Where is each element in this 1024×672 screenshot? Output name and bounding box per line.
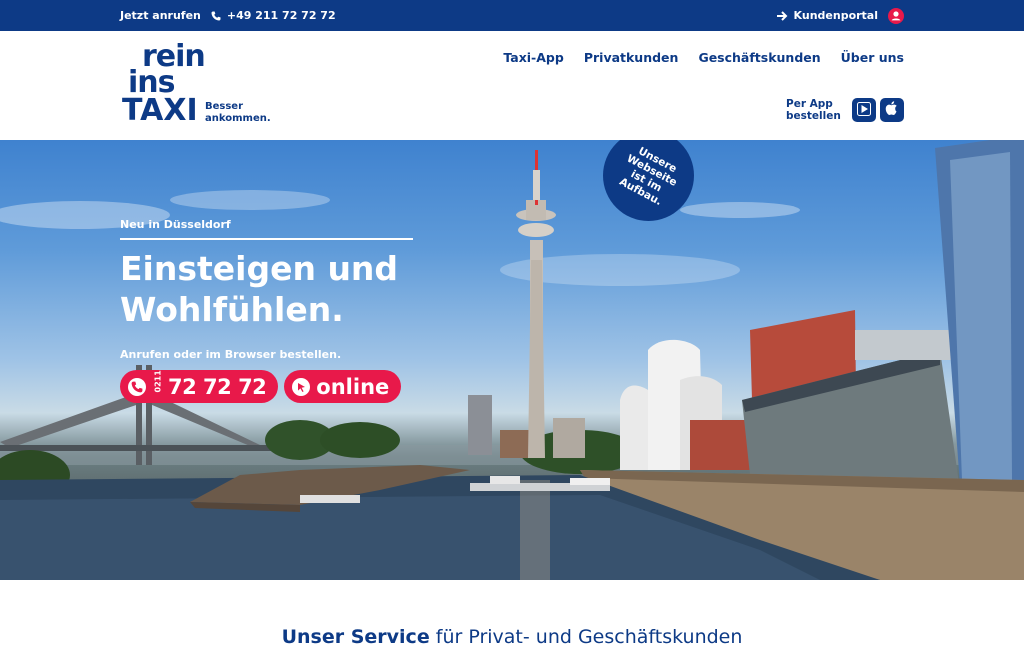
taxi-phone-number: 72 72 72 xyxy=(168,374,267,399)
nav-item-ueber-uns[interactable]: Über uns xyxy=(841,50,904,65)
nav-item-taxi-app[interactable]: Taxi-App xyxy=(503,50,563,65)
order-online-button[interactable]: online xyxy=(284,370,402,403)
hero-headline-line-1: Einsteigen und xyxy=(120,249,399,288)
area-code: 0211 xyxy=(153,370,163,393)
call-link[interactable]: Jetzt anrufen +49 211 72 72 72 xyxy=(120,0,336,31)
app-download: Per App bestellen xyxy=(786,98,904,122)
site-header: rein ins TAXI Besser ankommen. Taxi-App … xyxy=(0,31,1024,140)
logo-tagline: Besser ankommen. xyxy=(205,101,271,124)
hero-section: Unsere Webseite ist im Aufbau. Neu in Dü… xyxy=(0,140,1024,580)
site-logo[interactable]: rein ins TAXI Besser ankommen. xyxy=(122,39,282,131)
hero-cta-group: 0211 72 72 72 online xyxy=(120,370,413,403)
customer-portal-link[interactable]: Kundenportal xyxy=(776,0,904,31)
customer-portal-label: Kundenportal xyxy=(793,9,878,22)
main-nav: Taxi-App Privatkunden Geschäftskunden Üb… xyxy=(503,50,904,65)
phone-number[interactable]: +49 211 72 72 72 xyxy=(227,9,336,22)
service-title-bold: Unser Service xyxy=(281,626,430,648)
construction-badge-text: Unsere Webseite ist im Aufbau. xyxy=(616,144,679,208)
hero-headline-line-2: Wohlfühlen. xyxy=(120,290,344,329)
order-online-label: online xyxy=(316,374,390,399)
arrow-right-icon xyxy=(776,10,788,21)
nav-item-geschaeftskunden[interactable]: Geschäftskunden xyxy=(698,50,820,65)
logo-line-3: TAXI xyxy=(122,93,198,128)
user-icon[interactable] xyxy=(888,7,904,24)
google-play-button[interactable] xyxy=(852,98,876,122)
apple-icon xyxy=(885,100,899,120)
hero-headline: Einsteigen und Wohlfühlen. xyxy=(120,248,413,330)
hero-content: Neu in Düsseldorf Einsteigen und Wohlfüh… xyxy=(120,218,413,403)
app-store-button[interactable] xyxy=(880,98,904,122)
service-section: Unser Service für Privat- und Geschäftsk… xyxy=(0,580,1024,672)
cursor-click-icon xyxy=(292,377,311,396)
call-label: Jetzt anrufen xyxy=(120,9,201,22)
top-bar: Jetzt anrufen +49 211 72 72 72 Kundenpor… xyxy=(0,0,1024,31)
phone-icon xyxy=(128,377,146,396)
service-title-rest: für Privat- und Geschäftskunden xyxy=(435,626,743,648)
service-title: Unser Service für Privat- und Geschäftsk… xyxy=(0,626,1024,648)
hero-kicker: Neu in Düsseldorf xyxy=(120,218,413,240)
play-store-icon xyxy=(857,101,871,120)
nav-item-privatkunden[interactable]: Privatkunden xyxy=(584,50,679,65)
phone-icon xyxy=(211,11,221,21)
hero-subline: Anrufen oder im Browser bestellen. xyxy=(120,348,342,361)
call-taxi-button[interactable]: 0211 72 72 72 xyxy=(120,370,279,403)
app-label: Per App bestellen xyxy=(786,98,841,122)
